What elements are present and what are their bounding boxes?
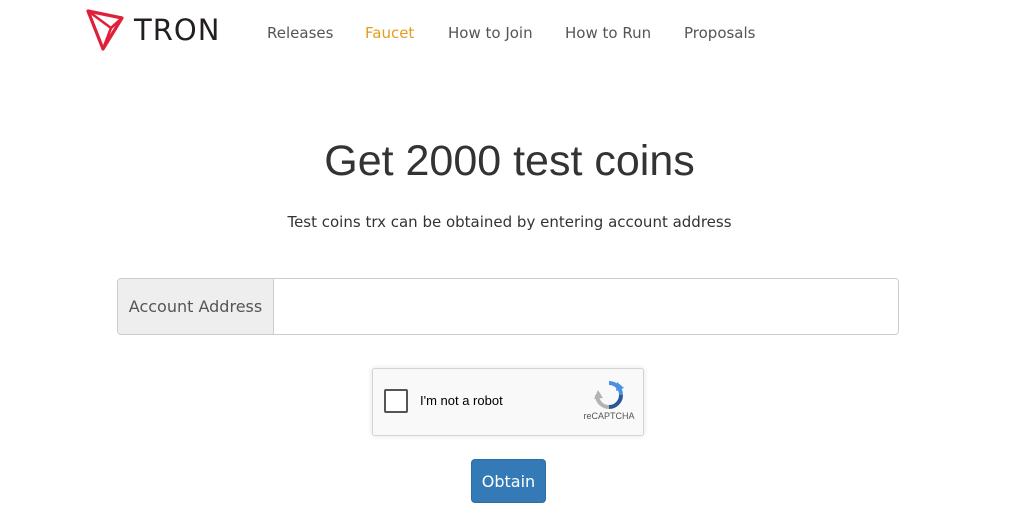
account-address-group: Account Address (117, 278, 899, 335)
nav-item-how-to-run[interactable]: How to Run (565, 22, 684, 44)
recaptcha-label: I'm not a robot (420, 393, 503, 408)
nav-item-faucet[interactable]: Faucet (365, 22, 448, 44)
tron-logo-icon (86, 9, 124, 51)
page: TRON Releases Faucet How to Join How to … (0, 0, 1019, 523)
recaptcha-brand: reCAPTCHA (583, 411, 635, 421)
top-navbar: TRON Releases Faucet How to Join How to … (0, 0, 1019, 66)
brand-name: TRON (134, 12, 221, 47)
recaptcha-logo-icon (594, 381, 624, 409)
nav-item-releases[interactable]: Releases (267, 22, 365, 44)
nav-item-proposals[interactable]: Proposals (684, 22, 755, 44)
account-address-label: Account Address (118, 279, 274, 334)
recaptcha-checkbox[interactable] (384, 389, 408, 413)
account-address-input[interactable] (274, 279, 898, 334)
tron-logo-link[interactable]: TRON (86, 9, 220, 51)
page-subtitle: Test coins trx can be obtained by enteri… (287, 213, 732, 231)
obtain-button[interactable]: Obtain (471, 459, 546, 503)
page-title: Get 2000 test coins (324, 137, 695, 185)
nav-item-how-to-join[interactable]: How to Join (448, 22, 565, 44)
main-nav: Releases Faucet How to Join How to Run P… (267, 22, 755, 44)
recaptcha-widget: I'm not a robot reCAPTCHA (372, 368, 644, 436)
